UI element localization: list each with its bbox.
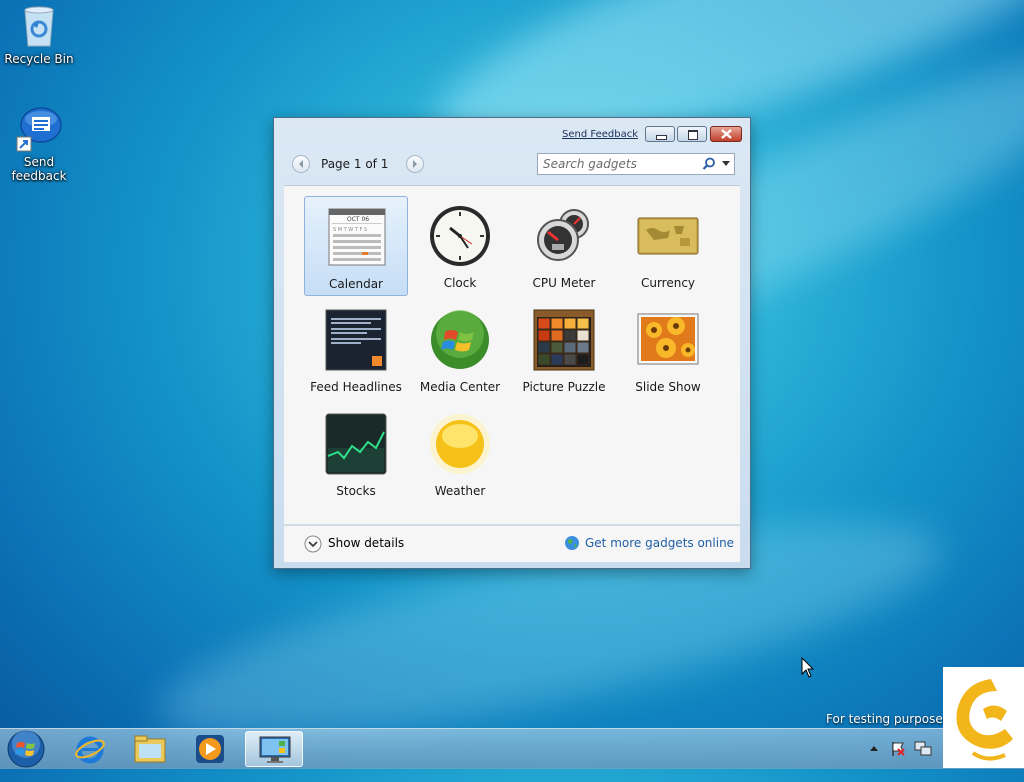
weather-sun-icon: [428, 412, 492, 476]
maximize-button[interactable]: [677, 126, 707, 142]
desktop-icon-label: Send: [23, 155, 55, 169]
title-bar[interactable]: Send Feedback: [274, 118, 750, 146]
windows-logo-icon: [7, 730, 45, 768]
gadget-clock[interactable]: Clock: [408, 196, 512, 296]
desktop-icon-send-feedback[interactable]: Send feedback: [4, 105, 74, 183]
media-player-icon: [196, 735, 224, 763]
desktop-icon-recycle-bin[interactable]: Recycle Bin: [4, 2, 74, 66]
desktop-icon-label: Recycle Bin: [4, 52, 74, 66]
gadget-label: Currency: [640, 276, 696, 290]
watermark-logo: [943, 667, 1024, 768]
gallery-footer: Show details Get more gadgets online: [284, 525, 740, 562]
gadget-cpu-meter[interactable]: CPU Meter: [512, 196, 616, 296]
taskbar-windows-explorer[interactable]: [122, 731, 178, 767]
show-hidden-icons-arrow-icon[interactable]: [870, 745, 878, 751]
get-more-gadgets-label: Get more gadgets online: [585, 536, 735, 550]
gadget-label: Clock: [443, 276, 477, 290]
arrow-left-icon: [299, 160, 303, 168]
cpu-meter-icon: [532, 204, 596, 268]
gadget-picture-puzzle[interactable]: Picture Puzzle: [512, 300, 616, 400]
picture-puzzle-icon: [532, 308, 596, 372]
gadget-feed-headlines[interactable]: Feed Headlines: [304, 300, 408, 400]
send-feedback-link[interactable]: Send Feedback: [562, 129, 638, 140]
feed-headlines-icon: [324, 308, 388, 372]
stocks-icon: [324, 412, 388, 476]
gadget-label: Feed Headlines: [310, 380, 402, 394]
chevron-down-circle-icon: [304, 535, 322, 553]
feedback-bubble-icon: [15, 105, 63, 153]
taskbar-media-player[interactable]: [183, 731, 239, 767]
previous-page-button[interactable]: [292, 155, 310, 173]
desktop-icon-label: feedback: [11, 169, 67, 183]
arrow-right-icon: [413, 160, 417, 168]
media-center-icon: [428, 308, 492, 372]
gadget-media-center[interactable]: Media Center: [408, 300, 512, 400]
minimize-icon: [656, 135, 667, 140]
gadget-weather[interactable]: Weather: [408, 404, 512, 504]
search-box: [537, 153, 735, 175]
action-center-flag-icon[interactable]: [890, 741, 906, 757]
internet-explorer-icon: [75, 736, 105, 764]
gadget-label: Calendar: [329, 277, 383, 291]
recycle-bin-icon: [19, 2, 59, 50]
taskbar-internet-explorer[interactable]: [62, 731, 118, 767]
chevron-down-icon[interactable]: [722, 161, 730, 167]
gadget-label: Stocks: [336, 484, 376, 498]
gadget-grid: S M T W T F S OCT 06 Calendar Clock CPU …: [284, 185, 740, 524]
start-button[interactable]: [6, 729, 46, 769]
taskbar: [0, 728, 1024, 769]
get-more-gadgets-link[interactable]: Get more gadgets online: [564, 535, 734, 553]
svg-text:S M T W T F S: S M T W T F S: [333, 227, 367, 233]
gadget-label: Slide Show: [635, 380, 701, 394]
slide-show-icon: [636, 308, 700, 372]
taskbar-gadget-gallery[interactable]: [245, 731, 303, 767]
gadget-gallery-window: Send Feedback Page 1 of 1 Search gadgets…: [273, 117, 751, 569]
page-indicator: Page 1 of 1: [321, 157, 389, 171]
watermark-swirl-icon: [956, 679, 1013, 761]
minimize-button[interactable]: [645, 126, 675, 142]
gadget-slide-show[interactable]: Slide Show: [616, 300, 720, 400]
gadget-calendar[interactable]: S M T W T F S OCT 06 Calendar: [304, 196, 408, 296]
calendar-icon: S M T W T F S OCT 06: [325, 205, 389, 269]
maximize-icon: [688, 130, 698, 140]
close-button[interactable]: [710, 126, 742, 142]
desktop-gadgets-icon: [259, 736, 291, 763]
gadget-label: Weather: [434, 484, 486, 498]
evaluation-notice: For testing purposes o: [826, 712, 961, 726]
show-details-label: Show details: [328, 536, 405, 550]
network-icon[interactable]: [914, 741, 932, 757]
clock-icon: [428, 204, 492, 268]
currency-icon: [636, 204, 700, 268]
calendar-month-label: OCT 06: [347, 216, 370, 223]
search-icon[interactable]: [702, 157, 716, 171]
gallery-navigation-bar: Page 1 of 1: [284, 153, 740, 179]
gadget-label: Picture Puzzle: [522, 380, 606, 394]
globe-icon: [565, 536, 579, 550]
close-icon: [721, 129, 732, 139]
gadget-label: CPU Meter: [532, 276, 596, 290]
mouse-cursor-icon: [801, 657, 815, 678]
next-page-button[interactable]: [406, 155, 424, 173]
search-input[interactable]: [543, 157, 693, 171]
gadget-stocks[interactable]: Stocks: [304, 404, 408, 504]
gadget-label: Media Center: [419, 380, 501, 394]
folder-icon: [134, 735, 166, 763]
gadget-currency[interactable]: Currency: [616, 196, 720, 296]
